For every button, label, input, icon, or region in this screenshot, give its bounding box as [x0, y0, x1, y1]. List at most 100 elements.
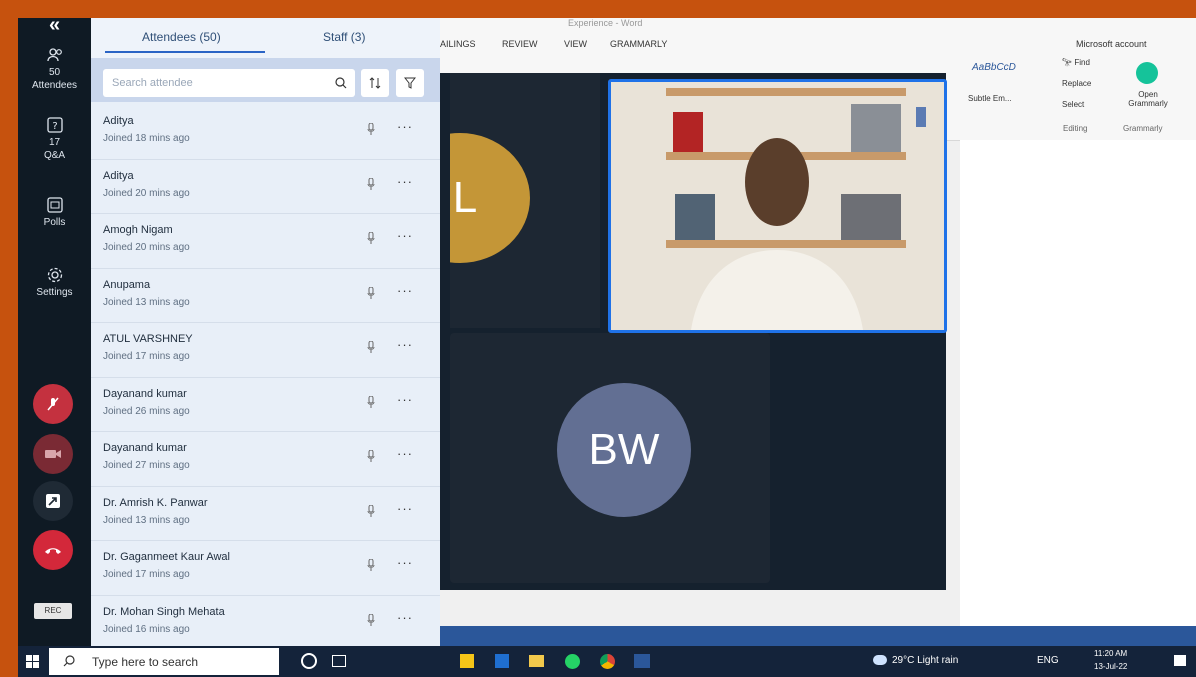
rail-attendees[interactable]: 50 Attendees	[18, 46, 91, 92]
calendar-icon[interactable]	[495, 654, 509, 668]
more-options-icon[interactable]: ···	[397, 501, 413, 516]
mic-icon[interactable]	[367, 613, 375, 626]
list-item[interactable]: Dayanand kumar Joined 26 mins ago ···	[91, 378, 440, 432]
word-taskbar-icon[interactable]	[634, 654, 650, 668]
more-options-icon[interactable]: ···	[397, 337, 413, 352]
people-icon	[46, 48, 62, 62]
record-button[interactable]: REC	[34, 603, 72, 619]
sticky-notes-icon[interactable]	[460, 654, 474, 668]
panel-tabs: Attendees (50) Staff (3)	[91, 18, 440, 58]
mic-icon[interactable]	[367, 177, 375, 190]
search-attendee-input[interactable]: Search attendee	[103, 69, 355, 97]
list-item[interactable]: Dr. Amrish K. Panwar Joined 13 mins ago ··…	[91, 487, 440, 541]
attendee-joined: Joined 16 mins ago	[103, 623, 190, 635]
qa-label: Q&A	[43, 150, 66, 161]
attendee-name: Dr. Amrish K. Panwar	[103, 496, 208, 509]
video-tile-l[interactable]: L	[450, 73, 600, 328]
clock-time[interactable]: 11:20 AM	[1094, 649, 1127, 658]
more-options-icon[interactable]: ···	[397, 228, 413, 243]
polls-icon	[46, 197, 63, 213]
task-view-icon[interactable]	[332, 655, 346, 667]
search-icon	[63, 655, 75, 667]
whatsapp-icon[interactable]	[565, 654, 580, 669]
tab-staff[interactable]: Staff (3)	[323, 30, 365, 44]
attendee-name: Aditya	[103, 169, 134, 182]
replace-button[interactable]: Replace	[1062, 79, 1091, 88]
rail-settings[interactable]: Settings	[18, 266, 91, 299]
more-options-icon[interactable]: ···	[397, 174, 413, 189]
menu-mailings[interactable]: AILINGS	[440, 39, 476, 49]
attendee-name: Dayanand kumar	[103, 387, 187, 400]
cortana-icon[interactable]	[301, 653, 317, 669]
select-button[interactable]: Select	[1062, 100, 1084, 109]
attendee-joined: Joined 17 mins ago	[103, 569, 190, 580]
list-item[interactable]: Aditya Joined 18 mins ago ···	[91, 105, 440, 160]
more-options-icon[interactable]: ···	[397, 610, 413, 625]
rail-polls[interactable]: Polls	[18, 196, 91, 229]
mic-off-icon	[47, 397, 59, 411]
filter-button[interactable]	[396, 69, 424, 97]
mic-icon[interactable]	[367, 559, 375, 571]
attendee-joined: Joined 13 mins ago	[103, 514, 190, 526]
list-item[interactable]: Aditya Joined 20 mins ago ···	[91, 160, 440, 214]
find-button[interactable]: 🔭︎ Find	[1062, 58, 1090, 67]
file-explorer-icon[interactable]	[529, 655, 544, 667]
rail-qa[interactable]: ? 17 Q&A	[18, 116, 91, 162]
document-page[interactable]	[960, 140, 1196, 640]
weather-text[interactable]: 29°C Light rain	[892, 655, 958, 666]
word-title: Experience - Word	[568, 18, 643, 28]
qa-count: 17	[48, 137, 61, 148]
mic-icon[interactable]	[367, 450, 375, 462]
menu-review[interactable]: REVIEW	[502, 39, 538, 49]
menu-grammarly[interactable]: GRAMMARLY	[610, 39, 667, 49]
svg-text:?: ?	[52, 121, 57, 132]
mic-icon[interactable]	[367, 395, 375, 408]
search-placeholder: Search attendee	[112, 77, 193, 89]
mic-icon[interactable]	[367, 286, 375, 299]
video-tile-bw[interactable]: BW	[450, 333, 770, 583]
more-options-icon[interactable]: ···	[397, 283, 413, 298]
weather-icon	[873, 655, 887, 665]
list-item[interactable]: Amogh Nigam Joined 20 mins ago ···	[91, 214, 440, 269]
mic-icon[interactable]	[367, 504, 375, 517]
attendee-joined: Joined 20 mins ago	[103, 187, 190, 199]
more-options-icon[interactable]: ···	[397, 446, 413, 461]
more-options-icon[interactable]: ···	[397, 392, 413, 407]
more-options-icon[interactable]: ···	[397, 555, 413, 570]
open-grammarly-button[interactable]: Open Grammarly	[1120, 90, 1176, 108]
mic-icon[interactable]	[367, 341, 375, 353]
list-item[interactable]: Dr. Mohan Singh Mehata Joined 16 mins ago…	[91, 596, 440, 650]
list-item[interactable]: Dr. Gaganmeet Kaur Awal Joined 17 mins ag…	[91, 541, 440, 596]
list-item[interactable]: Dayanand kumar Joined 27 mins ago ···	[91, 432, 440, 487]
mic-icon[interactable]	[367, 232, 375, 244]
mic-icon[interactable]	[367, 123, 375, 135]
menu-view[interactable]: VIEW	[564, 39, 587, 49]
attendee-name: Amogh Nigam	[103, 224, 173, 236]
more-options-icon[interactable]: ···	[397, 119, 413, 134]
search-icon	[335, 77, 347, 89]
mute-mic-button[interactable]	[33, 384, 73, 424]
leave-call-button[interactable]	[33, 530, 73, 570]
share-screen-button[interactable]	[33, 481, 73, 521]
camera-off-button[interactable]	[33, 434, 73, 474]
chrome-icon[interactable]	[600, 654, 615, 669]
list-item[interactable]: Anupama Joined 13 mins ago ···	[91, 269, 440, 323]
sort-button[interactable]	[361, 69, 389, 97]
speaker-video-tile[interactable]	[608, 79, 947, 333]
clock-date[interactable]: 13-Jul-22	[1094, 662, 1127, 671]
active-tab-indicator	[105, 51, 265, 53]
notifications-icon[interactable]	[1174, 655, 1186, 666]
collapse-icon[interactable]: «	[18, 18, 91, 37]
attendee-panel: Attendees (50) Staff (3) Search attendee…	[91, 18, 440, 650]
account-menu[interactable]: Microsoft account	[1076, 39, 1147, 49]
question-icon: ?	[46, 117, 63, 133]
find-label: Find	[1074, 58, 1090, 67]
taskbar-search-input[interactable]: Type here to search	[49, 648, 279, 675]
tab-attendees[interactable]: Attendees (50)	[142, 30, 221, 44]
left-rail: « 50 Attendees ? 17 Q&A Polls Settings R…	[18, 18, 91, 646]
language-indicator[interactable]: ENG	[1037, 655, 1059, 666]
grammarly-icon[interactable]	[1136, 62, 1158, 84]
windows-start-icon[interactable]	[26, 655, 39, 668]
style-sample[interactable]: AaBbCcD	[972, 62, 1016, 73]
list-item[interactable]: ATUL VARSHNEY Joined 17 mins ago ···	[91, 323, 440, 378]
